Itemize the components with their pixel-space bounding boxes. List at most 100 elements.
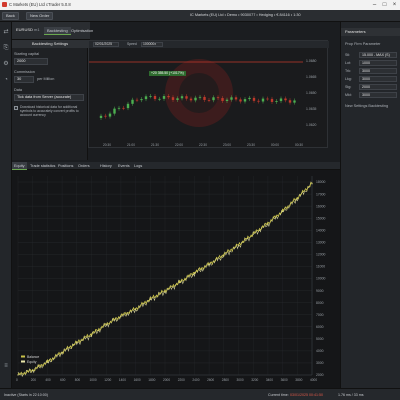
starting-capital-input[interactable]: 2000 xyxy=(14,58,48,65)
parameter-value-input[interactable]: 1000 xyxy=(359,60,397,66)
commission-input[interactable]: 30 xyxy=(14,76,34,83)
y-tick-label: 17000 xyxy=(316,192,326,196)
x-tick-label: 3200 xyxy=(251,378,258,382)
parameter-value-input[interactable]: 3000 xyxy=(359,92,397,98)
tab-trade-statistics[interactable]: Trade statistics xyxy=(28,162,57,170)
y-tick-label: 2000 xyxy=(316,373,324,377)
parameter-value-input[interactable]: 3000 xyxy=(359,68,397,74)
y-tick-label: 6000 xyxy=(316,325,324,329)
y-tick-label: 14000 xyxy=(316,228,326,232)
download-checkbox[interactable] xyxy=(14,106,18,110)
y-tick-label: 10000 xyxy=(316,277,326,281)
y-tick-label: 12000 xyxy=(316,253,326,257)
x-tick-label: 400 xyxy=(45,378,51,382)
legend-swatch xyxy=(21,360,25,363)
parameter-value-input[interactable]: 3000 xyxy=(359,76,397,82)
y-tick-label: 11000 xyxy=(316,265,325,269)
balance-point xyxy=(237,244,240,246)
account-info[interactable]: IC Markets (EU) Ltd • Demo • 9030077 • H… xyxy=(190,13,301,17)
price-chart[interactable]: 02/01/2025 Speed 100000x 1.0680 1.0665 1.0… xyxy=(88,40,329,148)
parameter-row: Lkg: 3000 xyxy=(345,76,397,82)
backtesting-settings-panel: Backtesting Settings Starting capital 20… xyxy=(12,40,88,160)
balance-point xyxy=(296,197,298,199)
x-tick-label: 3400 xyxy=(266,378,273,382)
equity-point xyxy=(238,245,239,247)
candle-body xyxy=(261,98,265,102)
algo-icon[interactable]: ⚙ xyxy=(2,60,10,68)
price-axis-label: 1.0650 xyxy=(306,91,316,95)
results-tabs: Equity Trade statistics Positions Orders… xyxy=(12,162,340,170)
chart-toolbar: 02/01/2025 Speed 100000x xyxy=(89,41,329,48)
x-tick-label: 2000 xyxy=(163,378,170,382)
copy-icon[interactable]: ⎘ xyxy=(2,44,10,52)
time-axis-label: 20:30 xyxy=(103,143,111,147)
timeframe[interactable]: m1 xyxy=(34,27,40,32)
parameter-name: Lot: xyxy=(345,61,351,65)
minimize-icon[interactable]: – xyxy=(370,1,379,9)
candle-body xyxy=(185,96,188,99)
parameters-panel: Parameters Prop Firm Parameter Stl: 15.00… xyxy=(340,22,400,388)
back-button[interactable]: Back xyxy=(2,12,19,20)
maximize-icon[interactable]: □ xyxy=(380,1,389,9)
parameters-footer[interactable]: New Settings Backtesting xyxy=(345,104,388,108)
equity-point xyxy=(193,273,195,275)
title-bar: C Markets (EU) Ltd cTrader 5.0.8 – □ × xyxy=(0,0,400,10)
chart-date[interactable]: 02/01/2025 xyxy=(93,42,119,47)
tab-positions[interactable]: Positions xyxy=(56,162,75,170)
parameter-name: Stg: xyxy=(345,85,352,89)
speed-select[interactable]: 100000x xyxy=(141,42,163,47)
candle-body xyxy=(257,100,260,102)
analyze-icon[interactable]: ◔ xyxy=(2,76,10,84)
parameter-row: Stg: 2000 xyxy=(345,84,397,90)
parameter-name: Stl: xyxy=(345,53,351,57)
y-tick-label: 13000 xyxy=(316,241,326,245)
x-tick-label: 1200 xyxy=(104,378,111,382)
close-icon[interactable]: × xyxy=(390,1,399,9)
time-axis-label: 21:00 xyxy=(127,143,135,147)
balance-point xyxy=(223,253,225,255)
y-tick-label: 16000 xyxy=(316,204,326,208)
candle-body xyxy=(198,96,202,98)
tab-backtesting[interactable]: Backtesting xyxy=(44,27,71,35)
candle-body xyxy=(288,100,292,103)
candle-body xyxy=(104,115,107,117)
symbol-name[interactable]: EURUSD xyxy=(16,27,33,32)
tab-equity[interactable]: Equity xyxy=(12,162,27,170)
candle-body xyxy=(140,99,143,101)
candle-body xyxy=(243,99,247,102)
settings-icon[interactable]: ≡ xyxy=(2,362,10,370)
price-axis-label: 1.0635 xyxy=(306,107,316,111)
candle-body xyxy=(225,99,229,101)
candle-body xyxy=(149,95,152,97)
candle-body xyxy=(135,99,139,101)
candle-body xyxy=(194,97,197,101)
status-bar: Inactive (Starts in 22:10:00) Current ti… xyxy=(0,388,400,400)
candle-body xyxy=(126,103,130,109)
x-tick-label: 1600 xyxy=(134,378,141,382)
equity-chart[interactable]: 18000 17000 16000 15000 14000 13000 12000 11000… xyxy=(12,170,340,388)
y-tick-label: 7000 xyxy=(316,313,324,317)
x-tick-label: 200 xyxy=(31,378,37,382)
trade-icon[interactable]: ⇄ xyxy=(2,28,10,36)
tab-history[interactable]: History xyxy=(98,162,114,170)
legend-swatch xyxy=(21,355,25,358)
equity-point xyxy=(91,334,92,336)
data-source-select[interactable]: Tick data from Server (accurate) xyxy=(14,94,84,101)
profit-badge: +20 355.50 (+1017%) xyxy=(149,71,186,76)
tab-logs[interactable]: Logs xyxy=(132,162,144,170)
current-time-label: Current time: xyxy=(268,393,289,397)
parameter-value-input[interactable]: 2000 xyxy=(359,84,397,90)
tab-optimisation[interactable]: Optimisation xyxy=(68,27,96,35)
parameter-value-input[interactable]: 15.000 - MAX (S) xyxy=(359,52,397,58)
candle-body xyxy=(158,98,161,100)
y-tick-label: 4000 xyxy=(316,349,324,353)
tab-orders[interactable]: Orders xyxy=(76,162,92,170)
parameter-row: Mkt: 3000 xyxy=(345,92,397,98)
balance-point xyxy=(267,222,269,224)
equity-point xyxy=(46,361,48,363)
x-tick-label: 2400 xyxy=(192,378,199,382)
new-order-button[interactable]: New Order xyxy=(26,12,54,20)
y-tick-label: 5000 xyxy=(316,337,324,341)
time-axis-label: 23:00 xyxy=(223,143,231,147)
tab-events[interactable]: Events xyxy=(116,162,132,170)
